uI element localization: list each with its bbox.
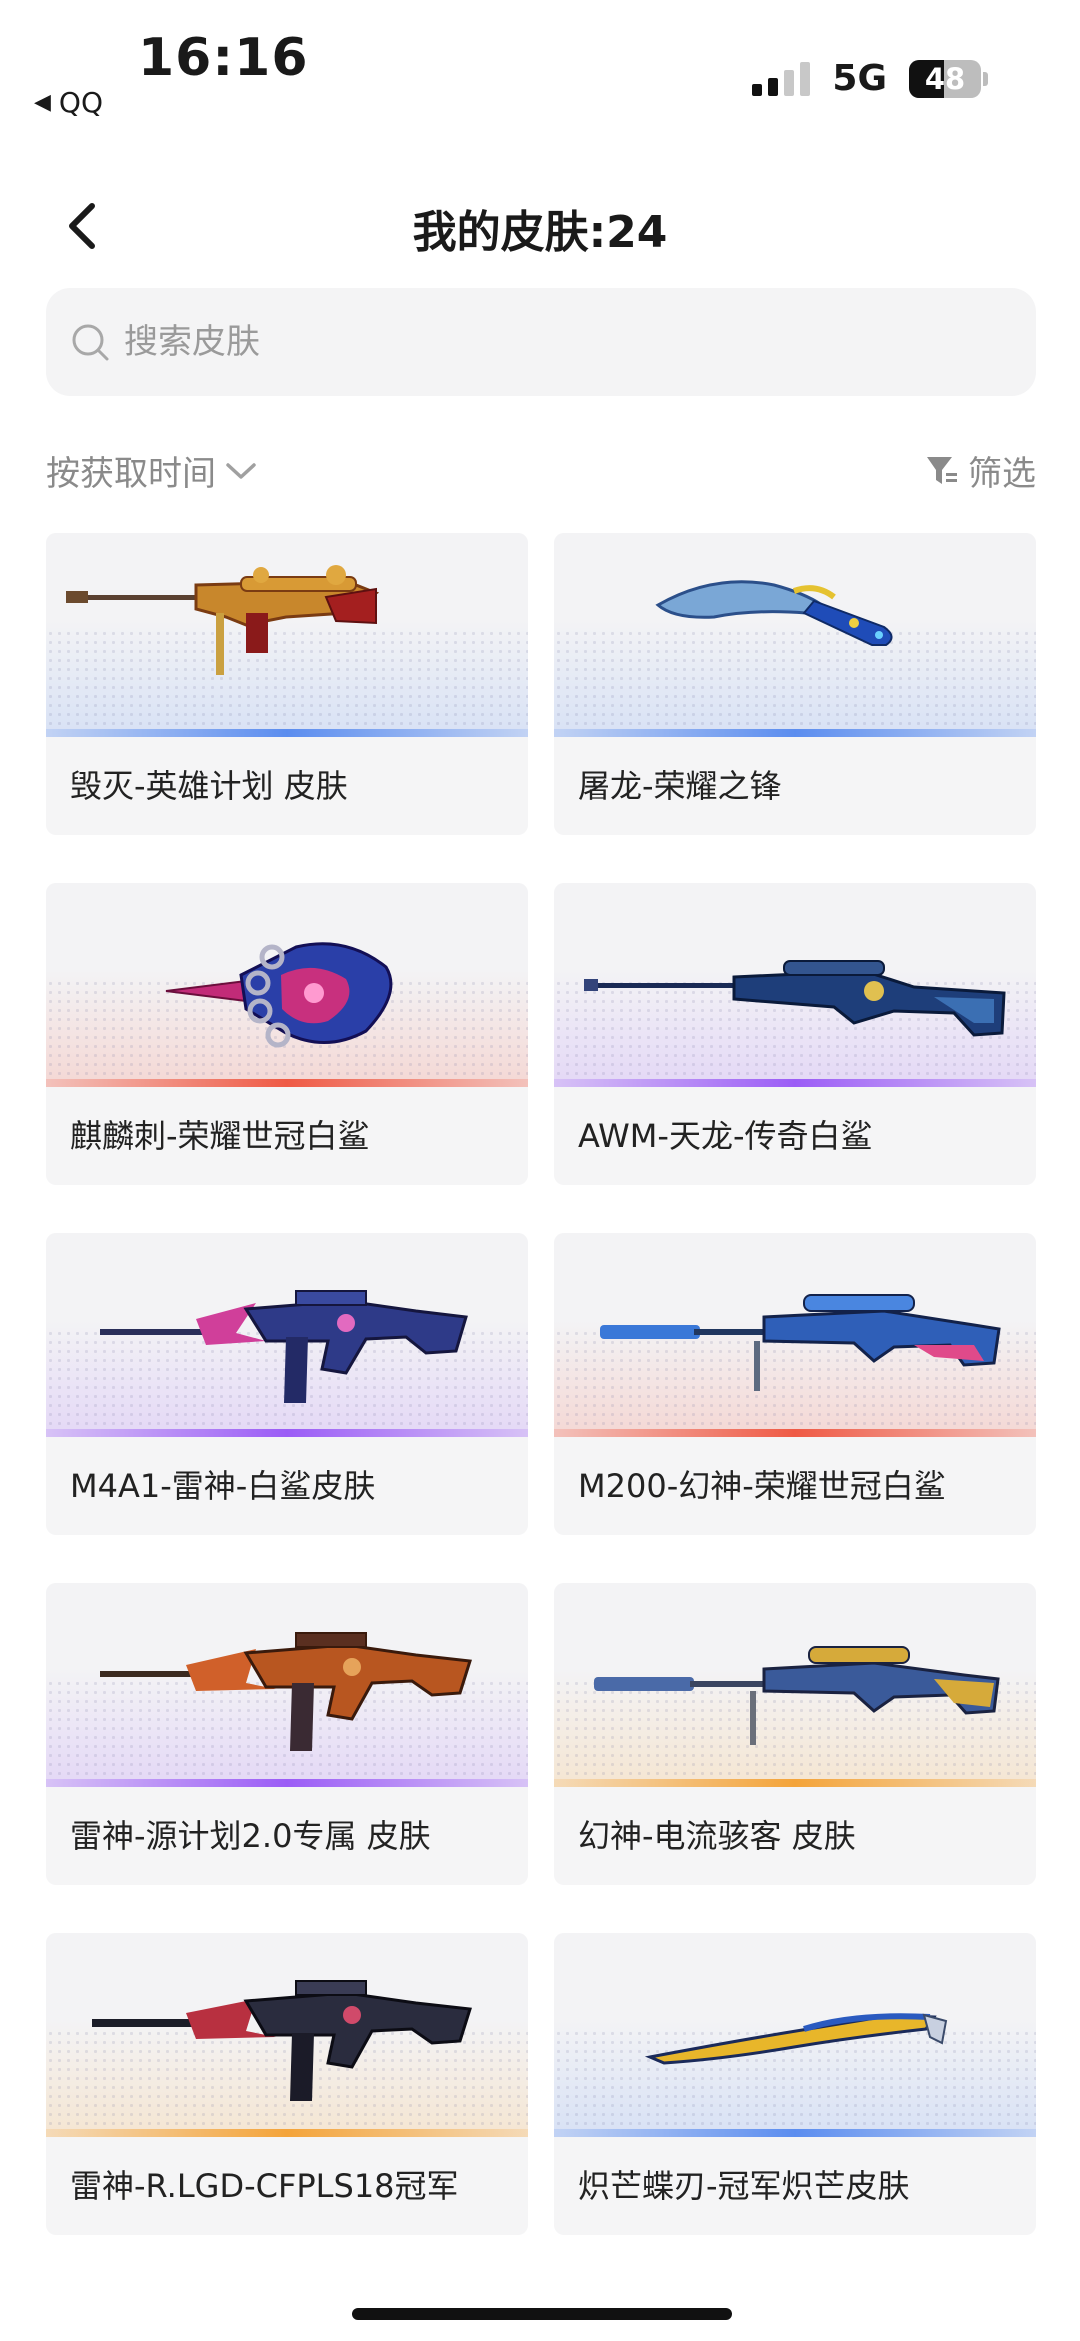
rarity-bar [46, 1779, 528, 1787]
skin-card[interactable]: 麒麟刺-荣耀世冠白鲨 [46, 883, 528, 1185]
assault-rifle-black-icon [92, 1980, 472, 2101]
skin-name: 麒麟刺-荣耀世冠白鲨 [70, 1117, 370, 1155]
filter-icon [927, 456, 957, 484]
sniper-rifle-gold-blue-icon [594, 1646, 1000, 1745]
awm-rifle-icon [584, 960, 1006, 1037]
skin-name: 毁灭-英雄计划 皮肤 [70, 767, 348, 805]
battery-icon: 48 [909, 59, 988, 98]
rarity-bar [46, 2129, 528, 2137]
back-to-app-link[interactable]: ◀ QQ [34, 86, 103, 119]
skin-card[interactable]: M200-幻神-荣耀世冠白鲨 [554, 1233, 1036, 1535]
skin-card[interactable]: 炽芒蝶刃-冠军炽芒皮肤 [554, 1933, 1036, 2235]
skin-card[interactable]: AWM-天龙-传奇白鲨 [554, 883, 1036, 1185]
home-indicator[interactable] [352, 2308, 732, 2320]
search-icon [72, 324, 109, 361]
skin-name: 雷神-R.LGD-CFPLS18冠军 [70, 2167, 459, 2205]
rarity-bar [46, 729, 528, 737]
status-time: 16:16 [138, 28, 309, 88]
knuckle-blade-icon [165, 942, 393, 1048]
skin-name: AWM-天龙-传奇白鲨 [578, 1117, 873, 1155]
page-title: 我的皮肤:24 [412, 207, 668, 258]
skin-card[interactable]: M4A1-雷神-白鲨皮肤 [46, 1233, 528, 1535]
rarity-bar [554, 1429, 1036, 1437]
back-app-label: QQ [58, 86, 103, 119]
rarity-bar [554, 1779, 1036, 1787]
network-type: 5G [832, 58, 887, 99]
signal-icon [752, 61, 811, 96]
chevron-down-icon [226, 462, 256, 479]
status-indicators: 5G 48 [752, 58, 988, 99]
search-input[interactable] [124, 322, 984, 362]
blue-knife-icon [655, 580, 893, 646]
skin-card[interactable]: 屠龙-荣耀之锋 [554, 533, 1036, 835]
sort-dropdown[interactable]: 按获取时间 [46, 446, 258, 495]
filter-button[interactable]: 筛选 [924, 446, 1036, 495]
battery-level: 48 [924, 61, 966, 96]
rarity-bar [46, 1079, 528, 1087]
butterfly-blade-icon [644, 2013, 948, 2065]
skin-name: M200-幻神-荣耀世冠白鲨 [578, 1467, 946, 1505]
skin-name: M4A1-雷神-白鲨皮肤 [70, 1467, 376, 1505]
assault-rifle-pink-icon [100, 1290, 468, 1403]
skin-name: 幻神-电流骇客 皮肤 [578, 1817, 856, 1855]
rarity-bar [46, 1429, 528, 1437]
skin-card[interactable]: 雷神-源计划2.0专属 皮肤 [46, 1583, 528, 1885]
skin-name: 炽芒蝶刃-冠军炽芒皮肤 [578, 2167, 910, 2205]
filter-label: 筛选 [968, 454, 1036, 494]
skin-name: 雷神-源计划2.0专属 皮肤 [70, 1817, 431, 1855]
skin-card[interactable]: 毁灭-英雄计划 皮肤 [46, 533, 528, 835]
sniper-rifle-blue-icon [600, 1294, 1001, 1391]
sort-label: 按获取时间 [46, 454, 216, 494]
skin-card[interactable]: 雷神-R.LGD-CFPLS18冠军 [46, 1933, 528, 2235]
back-triangle-icon: ◀ [34, 90, 51, 115]
rarity-bar [554, 2129, 1036, 2137]
skin-name: 屠龙-荣耀之锋 [578, 767, 782, 805]
rarity-bar [554, 729, 1036, 737]
search-bar[interactable] [46, 288, 1036, 396]
rarity-bar [554, 1079, 1036, 1087]
skin-card[interactable]: 幻神-电流骇客 皮肤 [554, 1583, 1036, 1885]
assault-rifle-orange-icon [100, 1632, 472, 1751]
sniper-rifle-gold-icon [66, 565, 380, 675]
